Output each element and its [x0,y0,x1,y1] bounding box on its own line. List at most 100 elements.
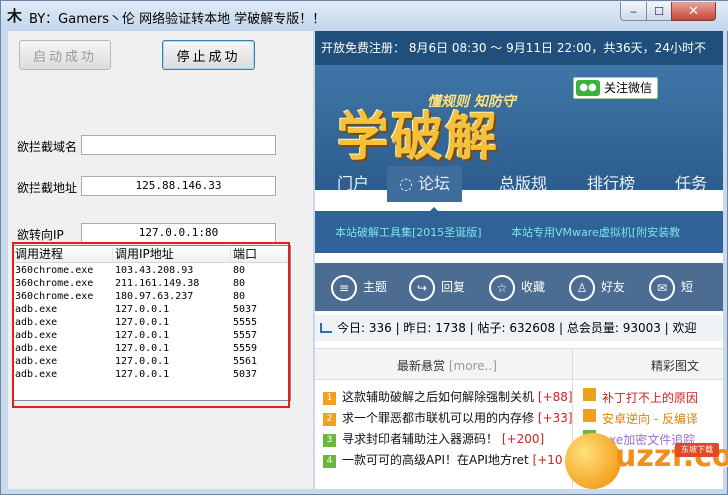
announcement-bar: 开放免费注册： 8月6日 08:30 ～ 9月11日 22:00，共36天，24… [315,31,723,65]
news-item[interactable]: 1 这款辅助破解之后如何解除强制关机 [+88] [323,388,573,406]
bounty-count: [+10 [532,453,563,467]
address-input[interactable]: 125.88.146.33 [81,176,276,196]
nav-tasks[interactable]: 任务 [675,166,707,202]
rank-badge: 1 [323,392,336,405]
stats-text: 今日: 336 | 昨日: 1738 | 帖子: 632608 | 总会员量: … [337,321,697,335]
action-favorites-label: 收藏 [521,280,546,294]
action-topics-label: 主题 [363,280,388,294]
process-cell: adb.exe [15,304,58,315]
column-process[interactable]: 调用进程 [13,247,113,262]
stop-button[interactable]: 停止成功 [162,40,255,70]
featured-text: 安卓逆向 - 反编译 [602,412,698,426]
chat-icon: ◌ [399,174,419,193]
column-port[interactable]: 端口 [231,247,290,262]
news-text: 寻求封印者辅助注入器源码！ [342,432,499,446]
port-cell: 5559 [233,343,258,354]
action-friends[interactable]: ♙ 好友 [569,273,625,301]
ip-cell: 180.97.63.237 [115,291,194,302]
vmware-link[interactable]: 本站专用VMware虚拟机[附安装教 [511,224,680,240]
reply-icon: ↪ [409,274,435,301]
news-text: 这款辅助破解之后如何解除强制关机 [342,390,535,404]
port-cell: 5037 [233,369,258,380]
news-item[interactable]: 3 寻求封印者辅助注入器源码！ [+200] [323,430,544,448]
rank-badge: 3 [323,434,336,447]
nav-forum[interactable]: ◌ 论坛 [387,166,463,202]
action-friends-label: 好友 [601,280,626,294]
main-nav: 门户 ◌ 论坛 总版规 排行榜 任务 [315,166,723,202]
action-replies-label: 回复 [441,280,466,294]
action-replies[interactable]: ↪ 回复 [409,273,465,301]
featured-title[interactable]: 精彩图文 [651,357,699,374]
rank-badge: 4 [323,455,336,468]
start-button[interactable]: 启动成功 [19,40,111,70]
wechat-icon: ●● [576,80,600,96]
domain-input[interactable] [81,135,276,155]
featured-item[interactable]: 补丁打不上的原因 [583,388,698,406]
port-cell: 80 [233,278,246,289]
process-cell: 360chrome.exe [15,278,94,289]
action-topics[interactable]: ≡ 主题 [331,273,387,301]
close-button[interactable]: ✕ [671,2,716,21]
port-cell: 5037 [233,304,258,315]
process-cell: adb.exe [15,356,58,367]
more-link[interactable]: [more..] [449,359,497,373]
site-slogan: 懂规则 知防守 [427,94,516,110]
minimize-button[interactable]: ‒ [620,2,647,21]
uzzf-watermark: uzzf.com 东坡下载 [565,433,728,489]
wechat-follow-button[interactable]: ●● 关注微信 [573,77,658,99]
rank-badge [583,409,596,422]
forum-stats: 今日: 336 | 昨日: 1738 | 帖子: 632608 | 总会员量: … [315,315,723,341]
column-ip[interactable]: 调用IP地址 [113,247,231,262]
process-cell: adb.exe [15,317,58,328]
ip-cell: 127.0.0.1 [115,304,170,315]
process-cell: adb.exe [15,343,58,354]
process-cell: adb.exe [15,330,58,341]
action-favorites[interactable]: ☆ 收藏 [489,273,545,301]
bounty-title[interactable]: 最新悬赏 [more..] [397,357,497,374]
news-text: 一款可可的高级API！在API地方ret [342,453,529,467]
nav-portal[interactable]: 门户 [337,166,369,202]
process-cell: 360chrome.exe [15,265,94,276]
list-header: 调用进程 调用IP地址 端口 [13,246,290,263]
app-icon: 木 [7,7,23,25]
port-cell: 5555 [233,317,258,328]
news-item[interactable]: 4 一款可可的高级API！在API地方ret [+10 [323,451,563,469]
star-icon: ☆ [489,274,515,301]
port-cell: 5557 [233,330,258,341]
app-window: 木 BY：Gamers丶伦 网络验证转本地 学破解专版！！ ‒ ☐ ✕ 启动成功… [0,0,728,495]
bar-chart-icon [320,323,332,333]
action-messages[interactable]: ✉ 短 [649,273,693,301]
rank-badge: 2 [323,413,336,426]
domain-label: 欲拦截域名 [17,140,78,154]
featured-item[interactable]: 安卓逆向 - 反编译 [583,409,698,427]
nav-ranking[interactable]: 排行榜 [587,166,635,202]
forum-actions: ≡ 主题 ↪ 回复 ☆ 收藏 ♙ 好友 ✉ 短 [315,263,723,311]
connection-list[interactable]: 调用进程 调用IP地址 端口 360chrome.exe 103.43.208.9… [12,245,291,401]
wechat-label: 关注微信 [604,81,653,95]
redirect-ip-input[interactable]: 127.0.0.1:80 [81,223,276,243]
process-cell: adb.exe [15,369,58,380]
redirect-ip-label: 欲转向IP [17,228,64,242]
nav-rules[interactable]: 总版规 [499,166,547,202]
list-icon: ≡ [331,274,357,301]
bounty-count: [+33] [537,411,573,425]
ip-cell: 211.161.149.38 [115,278,200,289]
sub-links: 本站破解工具集[2015圣诞版] 本站专用VMware虚拟机[附安装教 [315,211,723,253]
ip-cell: 127.0.0.1 [115,369,170,380]
title-bar[interactable]: 木 BY：Gamers丶伦 网络验证转本地 学破解专版！！ ‒ ☐ ✕ [1,1,728,31]
nav-forum-label: 论坛 [418,174,451,193]
action-messages-label: 短 [681,280,694,294]
forum-webview: 开放免费注册： 8月6日 08:30 ～ 9月11日 22:00，共36天，24… [315,31,723,489]
bounty-count: [+88] [537,390,573,404]
port-cell: 80 [233,291,246,302]
rank-badge [583,388,596,401]
bounty-count: [+200] [501,432,545,446]
news-item[interactable]: 2 求一个罪恶都市联机可以用的内存修 [+33] [323,409,573,427]
bounty-title-label: 最新悬赏 [397,359,446,373]
message-icon: ✉ [649,274,675,301]
address-label: 欲拦截地址 [17,181,78,195]
maximize-button[interactable]: ☐ [646,2,672,21]
process-cell: 360chrome.exe [15,291,94,302]
port-cell: 5561 [233,356,258,367]
tool-collection-link[interactable]: 本站破解工具集[2015圣诞版] [335,224,482,240]
